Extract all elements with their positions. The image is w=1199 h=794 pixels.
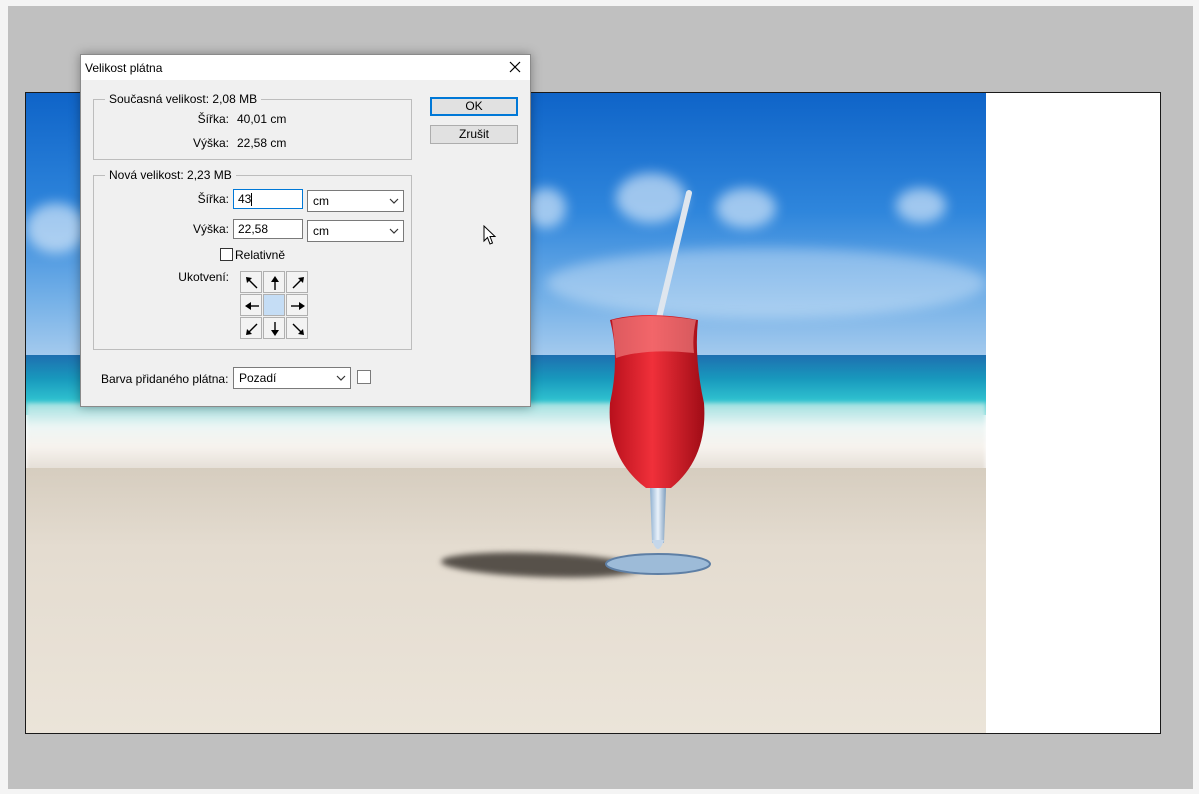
photo-cloud xyxy=(896,188,946,223)
current-width-value: 40,01 cm xyxy=(237,112,287,126)
canvas-size-dialog: Velikost plátna Současná velikost: 2,08 … xyxy=(80,54,531,407)
window-frame-right xyxy=(1193,0,1199,794)
ok-button[interactable]: OK xyxy=(430,97,518,116)
anchor-right[interactable] xyxy=(286,294,308,316)
canvas-color-select[interactable]: Pozadí xyxy=(233,367,351,389)
height-input-value: 22,58 xyxy=(238,222,269,236)
anchor-label: Ukotvení: xyxy=(178,270,229,284)
anchor-bottom-left[interactable] xyxy=(240,317,262,339)
arrow-icon xyxy=(291,302,305,310)
anchor-center[interactable] xyxy=(263,294,285,316)
relative-checkbox[interactable] xyxy=(220,248,233,261)
chevron-down-icon xyxy=(389,198,399,204)
anchor-grid xyxy=(240,271,309,340)
current-height-value: 22,58 cm xyxy=(237,136,287,150)
arrow-icon xyxy=(292,277,304,289)
anchor-bottom[interactable] xyxy=(263,317,285,339)
anchor-left[interactable] xyxy=(240,294,262,316)
arrow-icon xyxy=(271,322,279,336)
current-width-label: Šířka: xyxy=(197,112,229,126)
close-icon xyxy=(509,61,521,73)
width-unit-select[interactable]: cm xyxy=(307,190,404,212)
arrow-icon xyxy=(271,276,279,290)
text-caret xyxy=(251,193,253,207)
new-width-label: Šířka: xyxy=(197,192,229,206)
arrow-icon xyxy=(292,323,304,335)
arrow-icon xyxy=(246,323,258,335)
arrow-icon xyxy=(245,302,259,310)
chevron-down-icon xyxy=(336,375,346,381)
anchor-top-left[interactable] xyxy=(240,271,262,293)
current-size-legend: Současná velikost: 2,08 MB xyxy=(109,92,258,106)
photo-cloud xyxy=(716,188,776,228)
dialog-titlebar[interactable]: Velikost plátna xyxy=(81,55,530,80)
anchor-top-right[interactable] xyxy=(286,271,308,293)
new-size-legend: Nová velikost: 2,23 MB xyxy=(109,168,232,182)
canvas-color-label: Barva přidaného plátna: xyxy=(101,372,229,386)
arrow-icon xyxy=(246,277,258,289)
anchor-bottom-right[interactable] xyxy=(286,317,308,339)
dialog-title: Velikost plátna xyxy=(85,61,163,75)
width-input-value: 43 xyxy=(238,192,252,206)
photo-sand xyxy=(26,468,986,733)
relative-label: Relativně xyxy=(235,248,286,262)
window-frame-top xyxy=(0,0,1199,6)
cancel-button[interactable]: Zrušit xyxy=(430,125,518,144)
window-frame-bottom xyxy=(0,789,1199,794)
canvas-color-value: Pozadí xyxy=(239,371,277,385)
new-height-label: Výška: xyxy=(192,222,229,236)
cursor-icon xyxy=(483,225,497,245)
close-button[interactable] xyxy=(500,55,530,80)
height-unit-select[interactable]: cm xyxy=(307,220,404,242)
current-height-label: Výška: xyxy=(192,136,229,150)
chevron-down-icon xyxy=(389,228,399,234)
canvas-color-swatch[interactable] xyxy=(357,370,371,384)
height-input[interactable]: 22,58 xyxy=(233,219,303,239)
width-unit-value: cm xyxy=(313,194,329,208)
anchor-top[interactable] xyxy=(263,271,285,293)
width-input[interactable]: 43 xyxy=(233,189,303,209)
cocktail-glass xyxy=(605,190,711,575)
window-frame-left xyxy=(0,0,8,794)
height-unit-value: cm xyxy=(313,224,329,238)
photo-cloud xyxy=(526,188,566,228)
photo-cloud xyxy=(26,203,86,253)
